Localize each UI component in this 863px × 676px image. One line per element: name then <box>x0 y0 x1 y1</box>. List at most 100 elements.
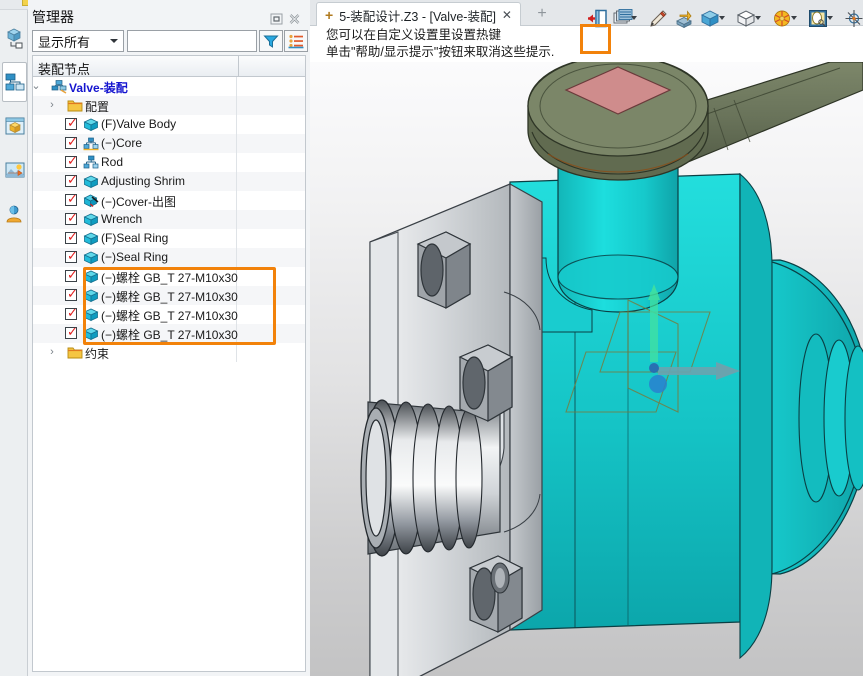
assembly-root-icon <box>51 79 67 94</box>
tree-visibility-checkbox[interactable]: ✓ <box>65 248 78 263</box>
tree-visibility-checkbox[interactable]: ✓ <box>65 210 78 225</box>
check-icon: ✓ <box>67 248 78 263</box>
part-cube-icon <box>83 250 99 265</box>
tree-row[interactable]: ✓ Adjusting Shrim <box>33 172 305 191</box>
rail-scene-render-button[interactable] <box>2 150 27 190</box>
rail-user-profile-button[interactable] <box>2 194 27 234</box>
tree-expander-icon[interactable]: › <box>47 347 57 358</box>
rail-visual-manager-button[interactable] <box>2 106 27 146</box>
tree-visibility-checkbox[interactable]: ✓ <box>65 154 78 168</box>
search-input[interactable] <box>127 30 257 52</box>
layers-button[interactable] <box>612 8 633 29</box>
list-settings-icon[interactable] <box>284 30 308 52</box>
left-icon-rail <box>0 10 28 676</box>
tree-item-label: (−)螺栓 GB_T 27-M10x30 <box>101 271 238 285</box>
tab-prefix-icon: + <box>325 7 334 23</box>
tree-visibility-checkbox[interactable]: ✓ <box>65 116 78 130</box>
hint-line-2: 单击"帮助/显示提示"按钮来取消这些提示. <box>326 45 555 59</box>
tree-row[interactable]: ✓ (−)Cover-出图 <box>33 191 305 210</box>
tree-visibility-checkbox[interactable]: ✓ <box>65 306 78 320</box>
tree-row[interactable]: ✓ (−)螺栓 GB_T 27-M10x30 <box>33 324 305 343</box>
render-style-icon <box>773 10 790 27</box>
wireframe-view-icon <box>736 10 755 27</box>
tree-expander-icon[interactable]: › <box>47 100 57 111</box>
rail-assembly-manager-button[interactable] <box>2 62 27 102</box>
valve-assembly-model <box>360 62 863 676</box>
tree-item-label: Valve-装配 <box>69 81 128 95</box>
tree-row[interactable]: ✓ (−)螺栓 GB_T 27-M10x30 <box>33 305 305 324</box>
hex-bolt-lower-left <box>458 344 514 423</box>
tree-row[interactable]: ›✓(−)Core <box>33 134 305 153</box>
tree-visibility-checkbox[interactable]: ✓ <box>65 173 78 187</box>
part-cube-icon <box>83 231 99 246</box>
render-style-dropdown-arrow[interactable] <box>791 16 797 20</box>
tree-item-label: (−)Cover-出图 <box>101 195 177 209</box>
insert-part-button[interactable] <box>673 8 694 29</box>
tree-row[interactable]: ›✓Rod <box>33 153 305 172</box>
visual-effect-dropdown-arrow[interactable] <box>827 16 833 20</box>
tree-item-label: Adjusting Shrim <box>101 174 186 188</box>
feature-manager-icon <box>6 28 22 49</box>
tree-row[interactable]: ✓ (F)Seal Ring <box>33 229 305 248</box>
edit-part-button[interactable] <box>647 8 668 29</box>
tree-row[interactable]: ✓ (−)Seal Ring <box>33 248 305 267</box>
shaded-view-icon <box>700 10 719 27</box>
column-divider[interactable] <box>238 56 239 76</box>
chevron-down-icon <box>110 39 118 43</box>
row-column-divider <box>236 229 237 248</box>
tab-close-icon[interactable]: ✕ <box>502 8 512 22</box>
check-icon: ✓ <box>67 134 78 149</box>
part-cube-icon <box>83 174 99 189</box>
check-icon: ✓ <box>67 210 78 225</box>
tab-title: 5-装配设计.Z3 - [Valve-装配] <box>339 9 496 24</box>
tree-row[interactable]: ✓ Wrench <box>33 210 305 229</box>
manager-panel: 管理器 显示所有 装配节点 ⌄ Valve-装配 › 配置 ✓ (F)Valve… <box>28 0 310 676</box>
pencil-edit-icon <box>649 10 667 27</box>
part-cube-icon <box>83 117 99 132</box>
tree-row[interactable]: › 配置 <box>33 96 305 115</box>
folder-icon <box>67 98 83 113</box>
tree-expander-icon[interactable]: ⌄ <box>33 81 41 92</box>
new-tab-button[interactable]: + <box>532 4 552 24</box>
tree-visibility-checkbox[interactable]: ✓ <box>65 287 78 301</box>
visual-effect-icon <box>808 10 827 27</box>
tree-visibility-checkbox[interactable]: ✓ <box>65 268 78 282</box>
tree-visibility-checkbox[interactable]: ✓ <box>65 192 78 206</box>
restore-icon[interactable] <box>268 11 284 26</box>
tree-row[interactable]: › 约束 <box>33 343 305 362</box>
wireframe-view-button[interactable] <box>735 8 756 29</box>
orient-view-button[interactable] <box>843 8 863 29</box>
exit-assembly-highlight <box>580 24 611 54</box>
tree-visibility-checkbox[interactable]: ✓ <box>65 325 78 339</box>
tree-row[interactable]: ✓ (−)螺栓 GB_T 27-M10x30 <box>33 286 305 305</box>
shaded-view-button[interactable] <box>699 8 720 29</box>
shaded-view-dropdown-arrow[interactable] <box>719 16 725 20</box>
rail-feature-manager-button[interactable] <box>2 18 27 58</box>
close-icon[interactable] <box>286 11 302 26</box>
render-style-button[interactable] <box>771 8 792 29</box>
user-profile-icon <box>6 205 21 223</box>
tree-row[interactable]: ✓ (−)螺栓 GB_T 27-M10x30 <box>33 267 305 286</box>
model-viewport[interactable] <box>310 62 863 676</box>
wireframe-view-dropdown-arrow[interactable] <box>755 16 761 20</box>
part-cube-icon <box>83 288 99 303</box>
row-column-divider <box>236 191 237 210</box>
row-column-divider <box>236 96 237 115</box>
part-cube-icon <box>83 269 99 284</box>
part-cube-icon <box>83 326 99 341</box>
tree-row[interactable]: ⌄ Valve-装配 <box>33 77 305 96</box>
assembly-tree[interactable]: ⌄ Valve-装配›配置✓(F)Valve Body›✓(−)Core›✓Rod… <box>32 77 306 672</box>
layers-dropdown-arrow[interactable] <box>631 16 637 20</box>
row-column-divider <box>236 172 237 191</box>
tree-visibility-checkbox[interactable]: ✓ <box>65 229 78 244</box>
display-mode-select[interactable]: 显示所有 <box>32 30 124 52</box>
row-column-divider <box>236 343 237 362</box>
tab-valve-assembly[interactable]: + 5-装配设计.Z3 - [Valve-装配] ✕ <box>316 2 521 27</box>
funnel-icon[interactable] <box>259 30 283 52</box>
check-icon: ✓ <box>67 229 78 244</box>
tree-visibility-checkbox[interactable]: ✓ <box>65 134 78 149</box>
panel-title: 管理器 <box>32 9 74 25</box>
tree-row[interactable]: ✓ (F)Valve Body <box>33 115 305 134</box>
visual-effect-button[interactable] <box>807 8 828 29</box>
row-column-divider <box>236 210 237 229</box>
